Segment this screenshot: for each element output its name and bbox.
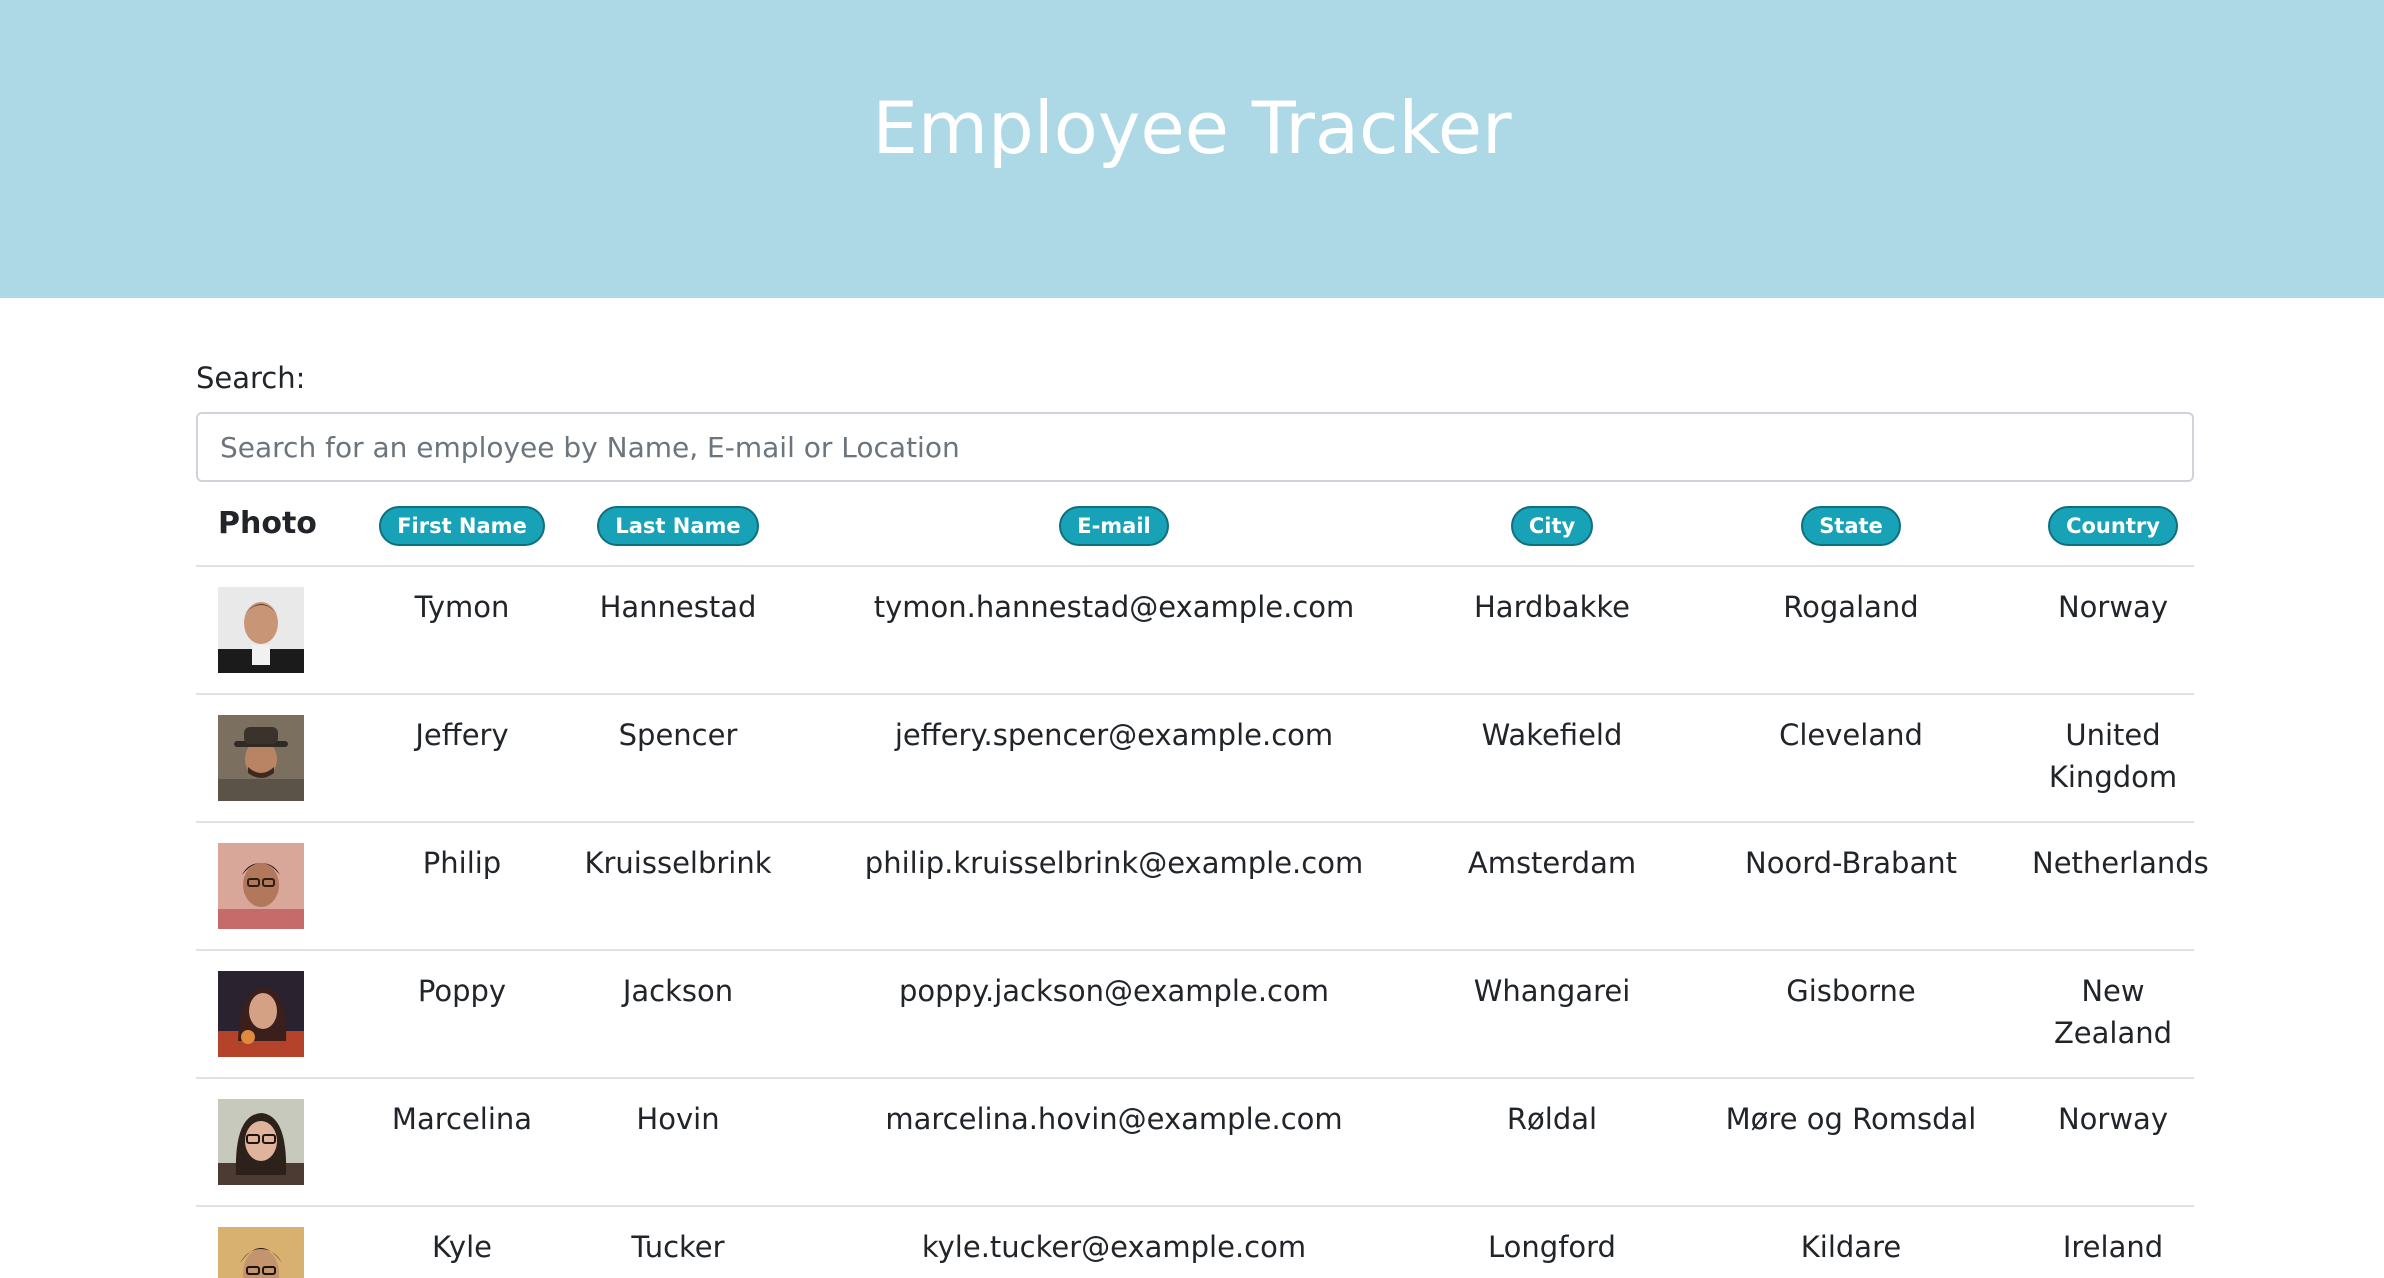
table-header: Photo First Name Last Name E-mail City S… bbox=[196, 482, 2194, 567]
page-header: Employee Tracker bbox=[0, 0, 2384, 298]
column-header-photo: Photo bbox=[196, 482, 362, 567]
last-name-cell: Jackson bbox=[562, 950, 794, 1079]
search-label: Search: bbox=[196, 361, 306, 395]
city-cell: Røldal bbox=[1434, 1078, 1670, 1207]
table-row: Kyle Tucker kyle.tucker@example.com Long… bbox=[196, 1206, 2194, 1278]
header-row: Photo First Name Last Name E-mail City S… bbox=[196, 482, 2194, 567]
country-cell: Ireland bbox=[2032, 1206, 2194, 1278]
city-cell: Amsterdam bbox=[1434, 822, 1670, 951]
last-name-cell: Kruisselbrink bbox=[562, 822, 794, 951]
country-cell: Netherlands bbox=[2032, 822, 2209, 951]
email-cell: jeffery.spencer@example.com bbox=[794, 694, 1434, 823]
first-name-cell: Tymon bbox=[362, 566, 562, 695]
avatar bbox=[218, 843, 304, 929]
table-body: Tymon Hannestad tymon.hannestad@example.… bbox=[196, 566, 2209, 1278]
first-name-cell: Jeffery bbox=[362, 694, 562, 823]
last-name-cell: Hannestad bbox=[562, 566, 794, 695]
state-cell: Møre og Romsdal bbox=[1670, 1078, 2032, 1207]
page: Employee Tracker Search: Photo First Nam… bbox=[0, 0, 2384, 1278]
employee-table: Photo First Name Last Name E-mail City S… bbox=[196, 482, 2209, 1278]
state-cell: Gisborne bbox=[1670, 950, 2032, 1079]
sort-state-button[interactable]: State bbox=[1801, 505, 1901, 546]
email-cell: marcelina.hovin@example.com bbox=[794, 1078, 1434, 1207]
state-cell: Kildare bbox=[1670, 1206, 2032, 1278]
email-cell: kyle.tucker@example.com bbox=[794, 1206, 1434, 1278]
sort-last-name-button[interactable]: Last Name bbox=[597, 505, 759, 546]
country-cell: New Zealand bbox=[2032, 950, 2194, 1079]
avatar bbox=[218, 1227, 304, 1278]
avatar bbox=[218, 1099, 304, 1185]
sort-city-button[interactable]: City bbox=[1510, 505, 1594, 546]
photo-cell bbox=[196, 1206, 362, 1278]
column-header-city: City bbox=[1434, 482, 1670, 567]
sort-country-button[interactable]: Country bbox=[2048, 505, 2178, 546]
first-name-cell: Marcelina bbox=[362, 1078, 562, 1207]
country-cell: United Kingdom bbox=[2032, 694, 2194, 823]
email-cell: poppy.jackson@example.com bbox=[794, 950, 1434, 1079]
column-header-first-name: First Name bbox=[362, 482, 562, 567]
last-name-cell: Hovin bbox=[562, 1078, 794, 1207]
city-cell: Whangarei bbox=[1434, 950, 1670, 1079]
state-cell: Noord-Brabant bbox=[1670, 822, 2032, 951]
avatar bbox=[218, 587, 304, 673]
photo-cell bbox=[196, 822, 362, 951]
first-name-cell: Poppy bbox=[362, 950, 562, 1079]
first-name-cell: Philip bbox=[362, 822, 562, 951]
avatar bbox=[218, 971, 304, 1057]
last-name-cell: Tucker bbox=[562, 1206, 794, 1278]
search-input[interactable] bbox=[196, 412, 2194, 482]
city-cell: Longford bbox=[1434, 1206, 1670, 1278]
table-row: Jeffery Spencer jeffery.spencer@example.… bbox=[196, 694, 2194, 823]
photo-cell bbox=[196, 950, 362, 1079]
city-cell: Wakefield bbox=[1434, 694, 1670, 823]
email-cell: philip.kruisselbrink@example.com bbox=[794, 822, 1434, 951]
email-cell: tymon.hannestad@example.com bbox=[794, 566, 1434, 695]
city-cell: Hardbakke bbox=[1434, 566, 1670, 695]
table-row: Philip Kruisselbrink philip.kruisselbrin… bbox=[196, 822, 2209, 951]
column-header-email: E-mail bbox=[794, 482, 1434, 567]
country-cell: Norway bbox=[2032, 566, 2194, 695]
last-name-cell: Spencer bbox=[562, 694, 794, 823]
state-cell: Cleveland bbox=[1670, 694, 2032, 823]
first-name-cell: Kyle bbox=[362, 1206, 562, 1278]
column-header-country: Country bbox=[2032, 482, 2194, 567]
photo-cell bbox=[196, 1078, 362, 1207]
page-title: Employee Tracker bbox=[872, 86, 1512, 170]
table-row: Tymon Hannestad tymon.hannestad@example.… bbox=[196, 566, 2194, 695]
photo-cell bbox=[196, 566, 362, 695]
column-header-last-name: Last Name bbox=[562, 482, 794, 567]
table-row: Poppy Jackson poppy.jackson@example.com … bbox=[196, 950, 2194, 1079]
state-cell: Rogaland bbox=[1670, 566, 2032, 695]
sort-email-button[interactable]: E-mail bbox=[1059, 505, 1169, 546]
table-row: Marcelina Hovin marcelina.hovin@example.… bbox=[196, 1078, 2194, 1207]
sort-first-name-button[interactable]: First Name bbox=[379, 505, 545, 546]
photo-cell bbox=[196, 694, 362, 823]
country-cell: Norway bbox=[2032, 1078, 2194, 1207]
column-header-state: State bbox=[1670, 482, 2032, 567]
avatar bbox=[218, 715, 304, 801]
